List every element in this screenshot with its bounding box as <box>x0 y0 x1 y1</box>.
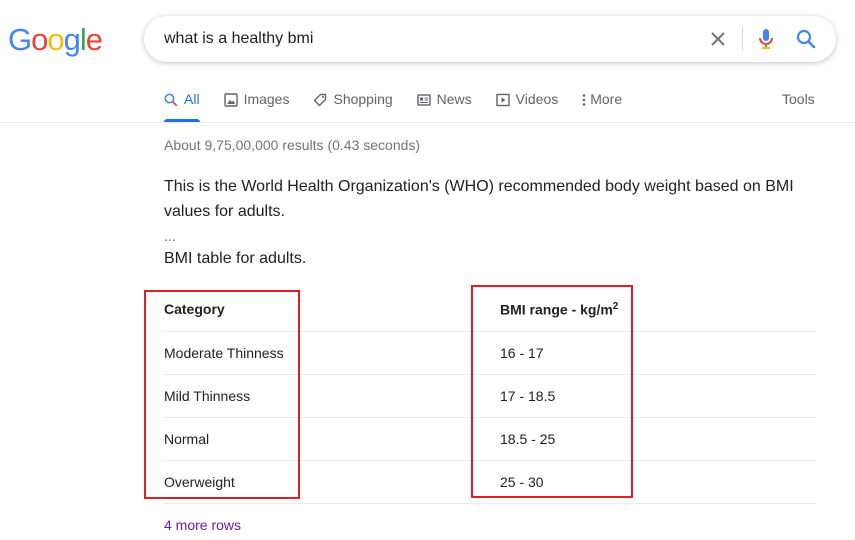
snippet-ellipsis: ... <box>164 228 176 244</box>
table-row: Mild Thinness 17 - 18.5 <box>164 374 816 418</box>
tools-button[interactable]: Tools <box>782 91 815 107</box>
tab-all[interactable]: All <box>164 86 200 122</box>
google-logo[interactable]: Google <box>8 22 103 58</box>
tab-label: News <box>436 91 472 107</box>
logo-letter: o <box>47 22 64 57</box>
tab-label: Videos <box>515 91 559 107</box>
table-row: Overweight 25 - 30 <box>164 460 816 504</box>
image-icon <box>223 92 238 108</box>
bmi-table: Category BMI range - kg/m2 Moderate Thin… <box>164 288 816 504</box>
tab-label: All <box>184 91 200 107</box>
cell-category: Mild Thinness <box>164 374 500 418</box>
search-input[interactable] <box>164 16 684 62</box>
kebab-icon <box>582 92 586 108</box>
search-divider <box>742 27 743 51</box>
search-icon <box>796 29 816 49</box>
cell-range: 25 - 30 <box>500 460 816 504</box>
search-button[interactable] <box>794 27 818 51</box>
table-row: Moderate Thinness 16 - 17 <box>164 331 816 375</box>
tab-label: Images <box>243 91 290 107</box>
logo-letter: g <box>63 22 81 57</box>
voice-search-button[interactable] <box>754 27 778 51</box>
table-header-row: Category BMI range - kg/m2 <box>164 288 816 332</box>
cell-category: Overweight <box>164 460 500 504</box>
close-icon <box>711 32 725 46</box>
logo-letter: o <box>31 22 48 57</box>
play-icon <box>495 92 510 108</box>
tab-images[interactable]: Images <box>223 86 290 122</box>
cell-range: 17 - 18.5 <box>500 374 816 418</box>
search-tabs: All Images Shopping News Videos More <box>164 86 646 122</box>
news-icon <box>416 92 431 108</box>
header-category: Category <box>164 288 500 332</box>
result-stats: About 9,75,00,000 results (0.43 seconds) <box>164 137 421 153</box>
header-bmi-range: BMI range - kg/m2 <box>500 288 816 332</box>
header-bmi-range-text: BMI range - kg/m <box>500 301 613 318</box>
tag-icon <box>313 92 327 108</box>
search-icon <box>164 92 178 108</box>
table-row: Normal 18.5 - 25 <box>164 417 816 461</box>
tab-shopping[interactable]: Shopping <box>313 86 393 122</box>
tab-more[interactable]: More <box>582 86 622 122</box>
cell-range: 16 - 17 <box>500 331 816 375</box>
logo-letter: e <box>85 22 103 57</box>
more-rows-link[interactable]: 4 more rows <box>164 517 241 533</box>
tab-label: More <box>590 91 623 107</box>
header-bmi-range-sup: 2 <box>612 300 619 312</box>
tabs-divider <box>0 122 855 123</box>
tab-label: Shopping <box>333 91 393 107</box>
cell-category: Normal <box>164 417 500 461</box>
tab-videos[interactable]: Videos <box>495 86 559 122</box>
cell-range: 18.5 - 25 <box>500 417 816 461</box>
cell-category: Moderate Thinness <box>164 331 500 375</box>
logo-letter: G <box>8 22 32 57</box>
tab-news[interactable]: News <box>416 86 472 122</box>
search-box <box>144 16 836 62</box>
microphone-icon <box>759 29 773 49</box>
table-caption: BMI table for adults. <box>164 250 307 267</box>
clear-button[interactable] <box>706 27 730 51</box>
featured-snippet-text: This is the World Health Organization's … <box>164 178 794 220</box>
